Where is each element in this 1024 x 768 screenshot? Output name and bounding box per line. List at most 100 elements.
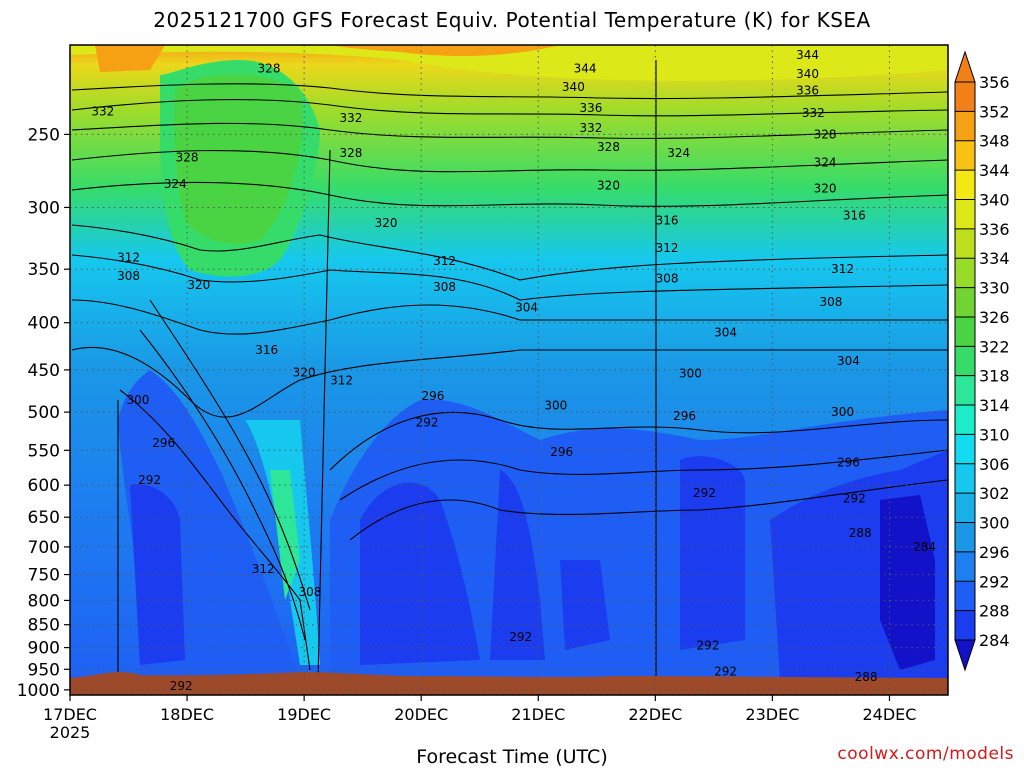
contour-label: 336 — [579, 101, 602, 115]
contour-label: 292 — [416, 415, 439, 429]
colorbar-label: 334 — [979, 249, 1010, 268]
x-tick-label: 18DEC — [160, 705, 214, 724]
contour-label: 312 — [117, 251, 140, 265]
y-tick-label: 600 — [28, 476, 60, 496]
contour-label: 320 — [814, 181, 837, 195]
contour-label: 336 — [796, 83, 819, 97]
colorbar-label: 306 — [979, 455, 1010, 474]
contour-label: 324 — [814, 155, 837, 169]
y-tick-label: 900 — [28, 639, 60, 659]
contour-label: 296 — [152, 436, 175, 450]
x-tick-label: 17DEC — [43, 705, 97, 724]
y-tick-label: 950 — [28, 660, 60, 680]
colorbar-bottom-arrow — [954, 639, 976, 672]
colorbar-segment — [955, 493, 975, 524]
contour-label: 292 — [843, 491, 866, 505]
colorbar-segment — [955, 111, 975, 142]
y-tick-label: 650 — [28, 508, 60, 528]
colorbar-label: 356 — [979, 73, 1010, 92]
contour-label: 292 — [714, 664, 737, 678]
contour-label: 292 — [509, 630, 532, 644]
x-tick-label: 21DEC — [511, 705, 565, 724]
contour-label: 292 — [693, 486, 716, 500]
contour-label: 328 — [814, 127, 837, 141]
contour-label: 344 — [574, 61, 597, 75]
contour-label: 320 — [597, 178, 620, 192]
contour-label: 340 — [562, 80, 585, 94]
colorbar-segment — [955, 581, 975, 612]
x-tick-label: 22DEC — [628, 705, 682, 724]
colorbar-segment — [955, 170, 975, 200]
contour-label: 328 — [176, 151, 199, 165]
y-tick-label: 700 — [28, 538, 60, 558]
colorbar-segment — [955, 551, 975, 582]
y-tick-label: 1000 — [17, 681, 60, 701]
x-tick-label: 23DEC — [745, 705, 799, 724]
colorbar-segment — [955, 522, 975, 553]
colorbar-segment — [955, 405, 975, 435]
colorbar-segment — [955, 287, 975, 318]
contour-label: 324 — [164, 177, 187, 191]
colorbar-segment — [955, 434, 975, 465]
contour-label: 316 — [843, 208, 866, 222]
contour-label: 304 — [515, 300, 538, 314]
colorbar-label: 300 — [979, 514, 1010, 533]
contour-label: 296 — [550, 445, 573, 459]
colorbar-label: 314 — [979, 396, 1010, 415]
contour-label: 296 — [421, 389, 444, 403]
contour-label: 320 — [375, 216, 398, 230]
y-tick-label: 750 — [28, 566, 60, 586]
contour-label: 312 — [433, 254, 456, 268]
contour-label: 320 — [293, 366, 316, 380]
x-tick-label: 24DEC — [862, 705, 916, 724]
contour-label: 316 — [255, 343, 278, 357]
contour-label: 300 — [544, 399, 567, 413]
colorbar-label: 302 — [979, 484, 1010, 503]
colorbar-segment — [955, 140, 975, 171]
x-axis: 17DEC 18DEC 19DEC 20DEC 21DEC 22DEC 23DEC 24DEC… — [43, 695, 916, 742]
contour-label: 288 — [855, 670, 878, 684]
contour-label: 296 — [837, 455, 860, 469]
colorbar-label: 292 — [979, 572, 1010, 591]
colorbar-segment — [955, 316, 975, 347]
contour-label: 328 — [258, 61, 281, 75]
colorbar-label: 336 — [979, 220, 1010, 239]
y-tick-label: 400 — [28, 314, 60, 334]
colorbar-segment — [955, 463, 975, 494]
y-tick-label: 550 — [28, 441, 60, 461]
contour-label: 308 — [299, 585, 322, 599]
y-tick-label: 450 — [28, 361, 60, 381]
contour-label: 332 — [340, 111, 363, 125]
contour-label: 308 — [819, 295, 842, 309]
colorbar-segment — [955, 375, 975, 406]
contour-label: 288 — [849, 526, 872, 540]
contour-label: 308 — [433, 280, 456, 294]
y-tick-label: 800 — [28, 591, 60, 611]
contour-label: 296 — [673, 409, 696, 423]
colorbar-label: 340 — [979, 190, 1010, 209]
contour-label: 284 — [913, 540, 936, 554]
colorbar-label: 296 — [979, 543, 1010, 562]
x-tick-label: 19DEC — [277, 705, 331, 724]
contour-label: 308 — [117, 269, 140, 283]
colorbar-label: 344 — [979, 161, 1010, 180]
colorbar-label: 330 — [979, 279, 1010, 298]
colorbar-segment — [955, 199, 975, 230]
contour-label: 332 — [802, 106, 825, 120]
colorbar-label: 326 — [979, 308, 1010, 327]
chart-svg: 332 328 324 328 312 308 320 316 320 312 300 296 292 3… — [17, 44, 1010, 742]
y-tick-label: 250 — [28, 125, 60, 145]
contour-label: 304 — [714, 326, 737, 340]
contour-label: 332 — [579, 121, 602, 135]
credit-link[interactable]: coolwx.com/models — [837, 744, 1014, 764]
contour-label: 292 — [170, 679, 193, 693]
x-year-label: 2025 — [50, 723, 91, 742]
contour-label: 344 — [796, 48, 819, 62]
contour-label: 320 — [187, 278, 210, 292]
colorbar-label: 318 — [979, 367, 1010, 386]
x-tick-label: 20DEC — [394, 705, 448, 724]
y-tick-label: 500 — [28, 403, 60, 423]
colorbar: 284 288 292 296 300 302 306 310 314 318 322 326 330 3… — [954, 50, 1010, 672]
contour-label: 312 — [831, 262, 854, 276]
colorbar-segment — [955, 82, 975, 112]
